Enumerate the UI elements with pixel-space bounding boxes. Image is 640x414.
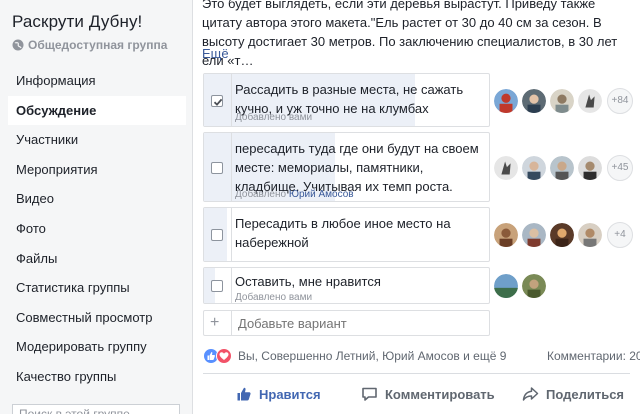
poll-option-added-by: Добавлено Юрий Амосов [235, 189, 354, 200]
group-type-text: Общедоступная группа [28, 38, 168, 52]
more-voters-count[interactable]: +45 [607, 155, 633, 181]
added-by-prefix: Добавлено вами [235, 292, 313, 303]
sidebar-item-moderate[interactable]: Модерировать группу [8, 332, 186, 362]
sidebar-item-videos[interactable]: Видео [8, 184, 186, 214]
added-by-prefix: Добавлено [235, 189, 287, 200]
group-privacy-label: Общедоступная группа [12, 38, 167, 52]
poll-voters[interactable]: +4 [493, 221, 633, 249]
poll-option-divider [231, 208, 232, 261]
voter-avatar[interactable] [577, 88, 603, 114]
group-name[interactable]: Раскрути Дубну! [12, 12, 142, 32]
reactions-summary[interactable]: Вы, Совершенно Летний, Юрий Амосов и ещё… [203, 348, 506, 364]
sidebar-item-insights[interactable]: Статистика группы [8, 273, 186, 303]
sidebar-item-events[interactable]: Мероприятия [8, 155, 186, 185]
add-option-input[interactable] [238, 316, 478, 331]
poll-option-added-by: Добавлено вами [235, 292, 312, 303]
voter-avatar[interactable] [521, 155, 547, 181]
add-poll-option[interactable]: + [203, 310, 490, 336]
poll-option-text: Пересадить в любое иное место на набереж… [235, 216, 451, 250]
voter-avatar[interactable] [493, 273, 519, 299]
voter-avatar[interactable] [577, 222, 603, 248]
plus-icon: + [210, 314, 220, 331]
group-nav: Информация Обсуждение Участники Мероприя… [8, 66, 186, 392]
share-icon [522, 387, 539, 401]
sidebar-item-files[interactable]: Файлы [8, 244, 186, 274]
poll-checkbox[interactable] [211, 162, 223, 174]
more-voters-count[interactable]: +84 [607, 88, 633, 114]
add-option-divider [231, 311, 232, 335]
poll-option[interactable]: Пересадить в любое иное место на набереж… [203, 207, 490, 262]
poll-option[interactable]: пересадить туда где они будут на своем м… [203, 132, 490, 202]
post-text: Это будет выглядеть, если эти деревья вы… [202, 0, 618, 68]
globe-icon [12, 39, 24, 51]
poll-voters[interactable]: +45 [493, 154, 633, 182]
voter-avatar[interactable] [493, 222, 519, 248]
poll-voters[interactable] [493, 272, 549, 300]
share-button[interactable]: Поделиться [522, 383, 624, 405]
poll-checkbox[interactable] [211, 280, 223, 292]
sidebar-item-discussion[interactable]: Обсуждение [8, 95, 186, 126]
poll-checkbox[interactable] [211, 229, 223, 241]
poll-option-added-by: Добавлено вами [235, 112, 312, 123]
sidebar-item-info[interactable]: Информация [8, 66, 186, 96]
group-sidebar: Раскрути Дубну! Общедоступная группа Инф… [0, 0, 192, 414]
poll-option-text: Оставить, мне нравится [235, 274, 381, 289]
reaction-names[interactable]: Вы, Совершенно Летний, Юрий Амосов и ещё… [238, 349, 506, 363]
actions-divider [203, 373, 630, 374]
voter-avatar[interactable] [493, 88, 519, 114]
poll-option-text: пересадить туда где они будут на своем м… [235, 141, 479, 194]
poll-option[interactable]: Рассадить в разные места, не сажать кучн… [203, 73, 490, 127]
sidebar-item-quality[interactable]: Качество группы [8, 362, 186, 392]
checkmark-icon [213, 98, 223, 106]
voter-avatar[interactable] [549, 88, 575, 114]
group-search-input[interactable]: Поиск в этой группе [12, 404, 180, 414]
voter-avatar[interactable] [521, 88, 547, 114]
sidebar-item-watch-party[interactable]: Совместный просмотр [8, 303, 186, 333]
share-button-label: Поделиться [546, 386, 625, 402]
voter-avatar[interactable] [521, 273, 547, 299]
voter-avatar[interactable] [549, 222, 575, 248]
voter-avatar[interactable] [549, 155, 575, 181]
voter-avatar[interactable] [493, 155, 519, 181]
poll-checkbox[interactable] [211, 95, 223, 107]
comment-button[interactable]: Комментировать [361, 383, 495, 405]
love-reaction-icon [216, 348, 232, 364]
voter-avatar[interactable] [521, 222, 547, 248]
comments-count[interactable]: Комментарии: 20 [547, 349, 640, 363]
like-button[interactable]: Нравится [236, 383, 321, 405]
like-button-label: Нравится [259, 386, 321, 402]
post-card: Это будет выглядеть, если эти деревья вы… [192, 0, 640, 414]
poll-option-divider [231, 74, 232, 126]
comment-button-label: Комментировать [385, 386, 495, 402]
see-more-link[interactable]: Ещё [202, 46, 229, 61]
added-by-prefix: Добавлено вами [235, 112, 313, 123]
poll-option-divider [231, 133, 232, 201]
sidebar-item-members[interactable]: Участники [8, 125, 186, 155]
more-voters-count[interactable]: +4 [607, 222, 633, 248]
poll-option[interactable]: Оставить, мне нравится Добавлено вами [203, 267, 490, 304]
thumbs-up-icon [237, 387, 251, 401]
voter-avatar[interactable] [577, 155, 603, 181]
poll-voters[interactable]: +84 [493, 87, 633, 115]
comment-icon [362, 387, 377, 401]
added-by-author-link[interactable]: Юрий Амосов [289, 189, 354, 200]
sidebar-item-photos[interactable]: Фото [8, 214, 186, 244]
poll-option-divider [231, 268, 232, 303]
